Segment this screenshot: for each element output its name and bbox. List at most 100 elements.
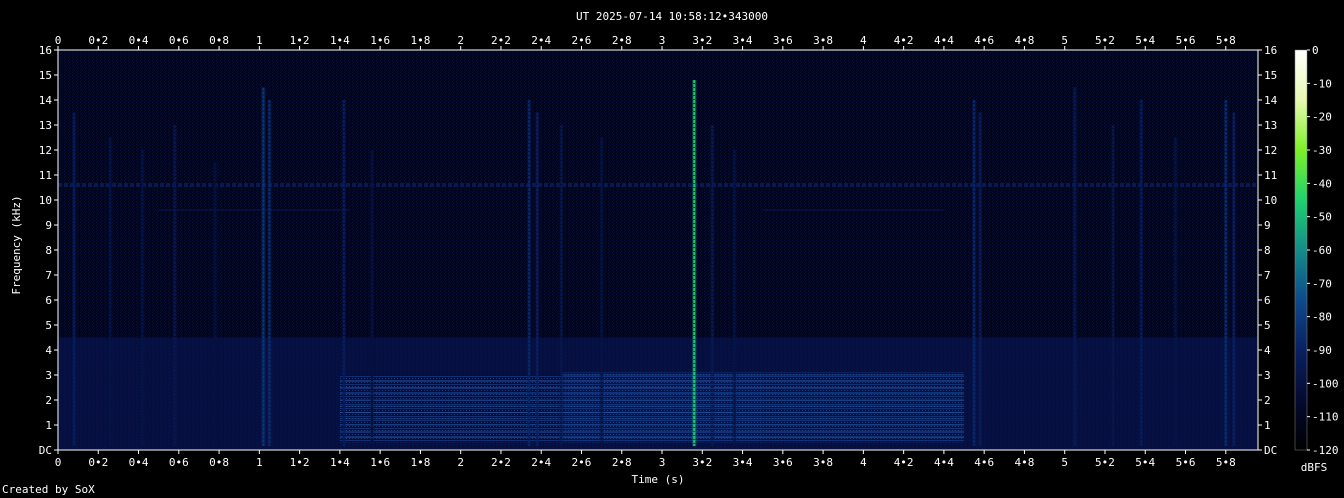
x-tick-label-top: 2•2 bbox=[491, 34, 511, 47]
energy-band-texture-0 bbox=[561, 372, 763, 443]
chart-title: UT 2025-07-14 10:58:12•343000 bbox=[576, 10, 768, 23]
x-tick-label: 3•2 bbox=[692, 456, 712, 469]
y-tick-label: 13 bbox=[39, 119, 52, 132]
x-tick-label: 0•4 bbox=[129, 456, 149, 469]
x-tick-label: 5 bbox=[1061, 456, 1068, 469]
x-tick-label-top: 4 bbox=[860, 34, 867, 47]
x-tick-label-top: 5•4 bbox=[1135, 34, 1155, 47]
x-tick-label: 1•2 bbox=[290, 456, 310, 469]
x-tick-label-top: 0 bbox=[55, 34, 62, 47]
spectrogram-plot-area bbox=[58, 50, 1258, 450]
colorbar: 0 -10 -20 -30 -40 -50 -60 -70 -80 -90 -100 -110 -120 bbox=[1294, 44, 1339, 457]
colorbar-tick-label: -100 bbox=[1312, 377, 1339, 390]
colorbar-tick-label: -10 bbox=[1312, 77, 1332, 90]
x-tick-label: 0 bbox=[55, 456, 62, 469]
y-tick-label-right: 16 bbox=[1264, 44, 1277, 57]
x-tick-label-top: 4•8 bbox=[1015, 34, 1035, 47]
colorbar-tick-label: -60 bbox=[1312, 244, 1332, 257]
x-tick-label-top: 0•4 bbox=[129, 34, 149, 47]
x-tick-label: 5•4 bbox=[1135, 456, 1155, 469]
x-tick-label-top: 5•2 bbox=[1095, 34, 1115, 47]
x-tick-label: 1•8 bbox=[410, 456, 430, 469]
y-tick-label-right: 1 bbox=[1264, 419, 1271, 432]
y-tick-label: 1 bbox=[45, 419, 52, 432]
x-tick-label: 0•6 bbox=[169, 456, 189, 469]
x-tick-label-top: 1•4 bbox=[330, 34, 350, 47]
y-tick-label-right: 13 bbox=[1264, 119, 1277, 132]
x-tick-label: 4•4 bbox=[934, 456, 954, 469]
y-tick-label: 11 bbox=[39, 169, 52, 182]
x-tick-label: 4•8 bbox=[1015, 456, 1035, 469]
y-tick-label: 4 bbox=[45, 344, 52, 357]
colorbar-tick-label: -70 bbox=[1312, 277, 1332, 290]
y-tick-label: 7 bbox=[45, 269, 52, 282]
x-tick-label-top: 2•6 bbox=[572, 34, 592, 47]
x-tick-label-top: 3•4 bbox=[733, 34, 753, 47]
x-tick-label: 4 bbox=[860, 456, 867, 469]
y-tick-label-right: 15 bbox=[1264, 69, 1277, 82]
y-tick-label: 8 bbox=[45, 244, 52, 257]
x-tick-label: 3 bbox=[659, 456, 666, 469]
x-tick-label: 4•6 bbox=[974, 456, 994, 469]
x-tick-label-top: 4•6 bbox=[974, 34, 994, 47]
x-tick-label: 5•6 bbox=[1176, 456, 1196, 469]
y-tick-label-right: DC bbox=[1264, 444, 1277, 457]
x-tick-label-top: 3•2 bbox=[692, 34, 712, 47]
x-tick-label-top: 4•2 bbox=[894, 34, 914, 47]
x-tick-label-top: 3•8 bbox=[813, 34, 833, 47]
x-tick-label: 2 bbox=[457, 456, 464, 469]
y-tick-label-right: 8 bbox=[1264, 244, 1271, 257]
y-tick-label-right: 10 bbox=[1264, 194, 1277, 207]
y-axis-label: Frequency (kHz) bbox=[10, 195, 23, 294]
x-tick-label: 0•2 bbox=[88, 456, 108, 469]
x-tick-label-top: 1•6 bbox=[370, 34, 390, 47]
x-tick-label-top: 0•2 bbox=[88, 34, 108, 47]
x-axis-label: Time (s) bbox=[632, 473, 685, 486]
colorbar-label: dBFS bbox=[1301, 461, 1328, 474]
colorbar-tick-label: -30 bbox=[1312, 144, 1332, 157]
colorbar-tick-label: -90 bbox=[1312, 344, 1332, 357]
colorbar-tick-label: -50 bbox=[1312, 211, 1332, 224]
x-tick-label-top: 1 bbox=[256, 34, 263, 47]
colorbar-tick-label: -40 bbox=[1312, 177, 1332, 190]
x-tick-label: 3•4 bbox=[733, 456, 753, 469]
x-tick-label: 2•2 bbox=[491, 456, 511, 469]
y-tick-label: 6 bbox=[45, 294, 52, 307]
y-tick-label: 9 bbox=[45, 219, 52, 232]
y-tick-label-right: 4 bbox=[1264, 344, 1271, 357]
x-tick-label-top: 1•8 bbox=[410, 34, 430, 47]
created-by-credit: Created by SoX bbox=[2, 483, 95, 496]
x-tick-label: 5•2 bbox=[1095, 456, 1115, 469]
x-tick-label: 5•8 bbox=[1216, 456, 1236, 469]
x-tick-label-top: 2 bbox=[457, 34, 464, 47]
colorbar-tick-label: 0 bbox=[1312, 44, 1319, 57]
x-tick-label: 1•6 bbox=[370, 456, 390, 469]
x-tick-label: 1 bbox=[256, 456, 263, 469]
x-tick-label: 2•4 bbox=[531, 456, 551, 469]
y-tick-label-right: 5 bbox=[1264, 319, 1271, 332]
y-tick-label: 15 bbox=[39, 69, 52, 82]
colorbar-tick-label: -110 bbox=[1312, 411, 1339, 424]
y-tick-label-right: 14 bbox=[1264, 94, 1278, 107]
y-tick-label: 2 bbox=[45, 394, 52, 407]
x-tick-label: 2•8 bbox=[612, 456, 632, 469]
x-tick-label-top: 1•2 bbox=[290, 34, 310, 47]
colorbar-gradient bbox=[1294, 49, 1308, 451]
x-tick-label: 3•8 bbox=[813, 456, 833, 469]
y-tick-label-right: 12 bbox=[1264, 144, 1277, 157]
energy-band-texture-1 bbox=[762, 372, 965, 443]
y-tick-label-right: 9 bbox=[1264, 219, 1271, 232]
y-tick-label: 5 bbox=[45, 319, 52, 332]
y-tick-label-right: 11 bbox=[1264, 169, 1277, 182]
x-tick-label-top: 4•4 bbox=[934, 34, 954, 47]
x-tick-label-top: 2•4 bbox=[531, 34, 551, 47]
y-tick-label: 16 bbox=[39, 44, 52, 57]
y-tick-label: 12 bbox=[39, 144, 52, 157]
x-tick-label: 4•2 bbox=[894, 456, 914, 469]
x-tick-label-top: 2•8 bbox=[612, 34, 632, 47]
y-tick-label-right: 6 bbox=[1264, 294, 1271, 307]
y-tick-label: 10 bbox=[39, 194, 52, 207]
colorbar-tick-label: -20 bbox=[1312, 111, 1332, 124]
y-tick-label: 14 bbox=[39, 94, 53, 107]
x-tick-label-top: 5•8 bbox=[1216, 34, 1236, 47]
